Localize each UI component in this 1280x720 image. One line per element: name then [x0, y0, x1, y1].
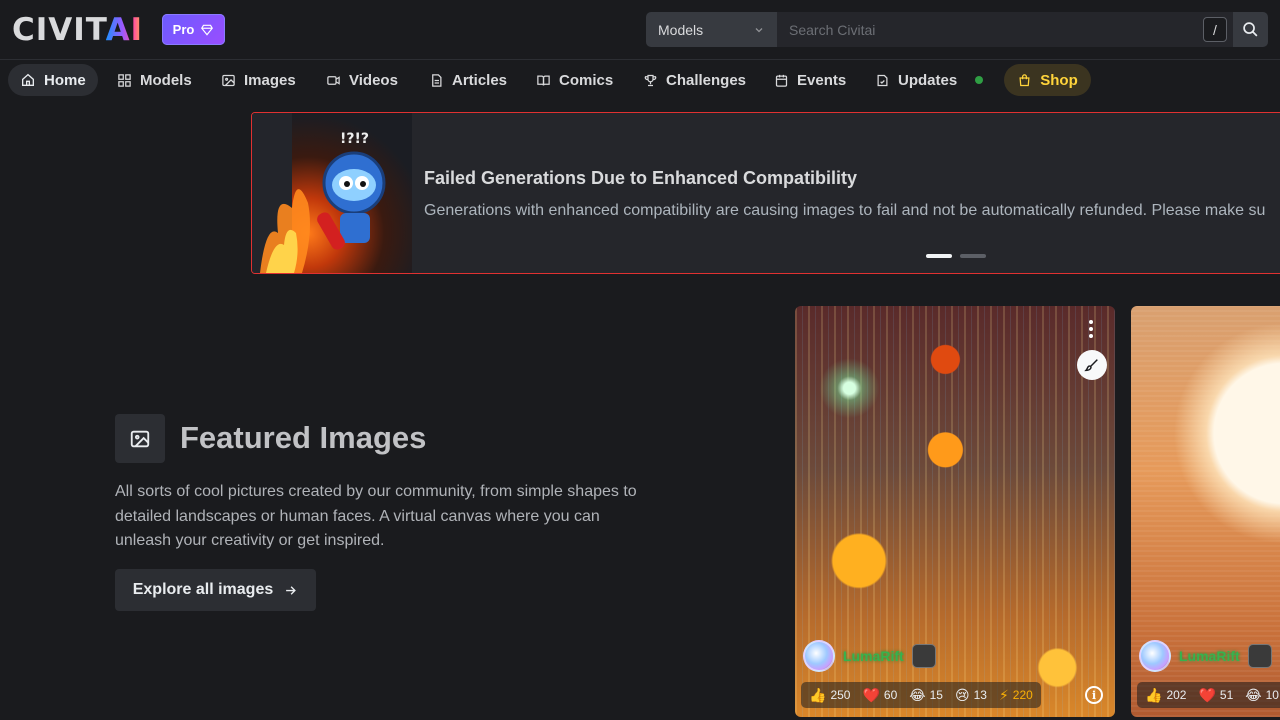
- civitai-logo[interactable]: CIVITAI: [12, 14, 143, 46]
- laugh-icon: 😂: [1245, 686, 1262, 703]
- pro-label: Pro: [172, 22, 195, 37]
- featured-images-icon-box: [115, 414, 165, 463]
- card-author[interactable]: LumaRift: [803, 640, 936, 672]
- remix-button[interactable]: [1077, 350, 1107, 380]
- thumbs-up-icon: 👍: [1145, 686, 1163, 703]
- nav-label: Videos: [349, 71, 398, 89]
- photo-icon: [130, 430, 150, 447]
- calendar-icon: [775, 74, 788, 87]
- explore-all-images-button[interactable]: Explore all images: [115, 569, 316, 611]
- search-shortcut-hint: /: [1203, 17, 1227, 42]
- nav-item-updates[interactable]: Updates: [863, 64, 995, 96]
- heart-icon: ❤️: [1198, 686, 1216, 703]
- nav-item-comics[interactable]: Comics: [524, 64, 625, 96]
- nav-label: Articles: [452, 71, 508, 89]
- laugh-reaction[interactable]: 😂 15: [909, 687, 943, 704]
- nav-label: Comics: [559, 71, 614, 89]
- pro-button[interactable]: Pro: [162, 14, 225, 45]
- search-input[interactable]: [777, 12, 1233, 47]
- thumbs-up-icon: 👍: [809, 686, 827, 703]
- info-icon[interactable]: i: [1085, 686, 1103, 704]
- carousel-dot-2[interactable]: [960, 254, 986, 258]
- nav-label: Events: [797, 71, 847, 89]
- like-reaction[interactable]: 👍 202: [1145, 687, 1186, 704]
- trophy-icon: [644, 74, 657, 86]
- nav-item-models[interactable]: Models: [105, 64, 204, 96]
- nav-item-challenges[interactable]: Challenges: [631, 64, 758, 96]
- diamond-icon: [201, 24, 214, 36]
- svg-text:!?!?: !?!?: [340, 131, 369, 147]
- heart-reaction[interactable]: ❤️ 60: [862, 687, 897, 704]
- robot-fire-illustration: !?!?: [252, 113, 386, 273]
- search-button[interactable]: [1233, 12, 1268, 47]
- more-options-icon[interactable]: [1089, 320, 1093, 338]
- image-card[interactable]: LumaRift 👍 202 ❤️ 51 😂 10: [1131, 306, 1280, 717]
- lightning-icon: ⚡: [998, 686, 1009, 703]
- username: LumaRift: [843, 648, 904, 664]
- nav-item-home[interactable]: Home: [8, 64, 98, 96]
- heart-icon: ❤️: [862, 686, 880, 703]
- username: LumaRift: [1179, 648, 1240, 664]
- file-text-icon: [432, 73, 442, 87]
- banner-illustration: !?!?: [252, 113, 412, 273]
- main-nav: Home Models Images Videos Articles Comic…: [0, 61, 1280, 99]
- video-icon: [327, 75, 340, 85]
- nav-item-articles[interactable]: Articles: [417, 64, 519, 96]
- nav-label: Home: [44, 71, 86, 89]
- reaction-bar: 👍 202 ❤️ 51 😂 10: [1137, 682, 1280, 708]
- photo-icon: [222, 74, 235, 86]
- search-icon: [1243, 22, 1258, 37]
- search-scope-select[interactable]: Models: [646, 12, 777, 47]
- carousel-dot-1[interactable]: [926, 254, 952, 258]
- search-scope-value: Models: [658, 21, 704, 38]
- like-reaction[interactable]: 👍 250: [809, 687, 850, 704]
- user-badge-icon: [911, 644, 936, 668]
- nav-item-events[interactable]: Events: [762, 64, 858, 96]
- search-bar: Models /: [646, 12, 1268, 47]
- featured-images-description: All sorts of cool pictures created by ou…: [115, 483, 637, 549]
- nav-item-images[interactable]: Images: [209, 64, 308, 96]
- banner-text: Generations with enhanced compatibility …: [424, 202, 1266, 219]
- logo-wordmark: CIVITAI: [12, 12, 144, 48]
- shopping-bag-icon: [1019, 73, 1030, 86]
- nav-item-videos[interactable]: Videos: [314, 64, 410, 96]
- arrow-right-icon: [286, 585, 297, 595]
- nav-label: Images: [244, 71, 296, 89]
- home-icon: [22, 73, 34, 86]
- featured-images-title: Featured Images: [180, 420, 427, 455]
- updates-indicator-dot: [975, 76, 984, 84]
- laugh-reaction[interactable]: 😂 10: [1245, 687, 1279, 704]
- nav-label: Models: [140, 71, 192, 89]
- nav-label: Updates: [898, 71, 958, 89]
- laugh-icon: 😂: [909, 686, 926, 703]
- chevron-down-icon: [755, 27, 763, 32]
- avatar: [1139, 640, 1171, 672]
- book-icon: [537, 75, 550, 86]
- explore-label: Explore all images: [132, 581, 274, 598]
- heart-reaction[interactable]: ❤️ 51: [1198, 687, 1233, 704]
- top-header: CIVITAI Pro Models /: [0, 0, 1280, 60]
- notes-icon: [877, 74, 888, 86]
- brush-icon: [1084, 359, 1098, 372]
- reaction-bar: 👍 250 ❤️ 60 😂 15 😢 13 ⚡ 220: [801, 682, 1041, 708]
- user-badge-icon: [1247, 644, 1272, 668]
- banner-title: Failed Generations Due to Enhanced Compa…: [424, 168, 858, 188]
- carousel-indicators: [926, 254, 986, 258]
- card-author[interactable]: LumaRift: [1139, 640, 1272, 672]
- cry-reaction[interactable]: 😢 13: [955, 687, 987, 704]
- image-card[interactable]: LumaRift 👍 250 ❤️ 60 😂 15 😢 13 ⚡ 220 i: [795, 306, 1115, 717]
- buzz-tip[interactable]: ⚡ 220: [999, 687, 1033, 704]
- announcement-banner[interactable]: !?!? Failed Generations Due to Enhanced …: [251, 112, 1280, 274]
- nav-label: Shop: [1040, 71, 1078, 89]
- cry-icon: 😢: [954, 686, 970, 703]
- nav-label: Challenges: [666, 71, 747, 89]
- grid-icon: [118, 73, 131, 87]
- avatar: [803, 640, 835, 672]
- nav-item-shop[interactable]: Shop: [1004, 64, 1091, 96]
